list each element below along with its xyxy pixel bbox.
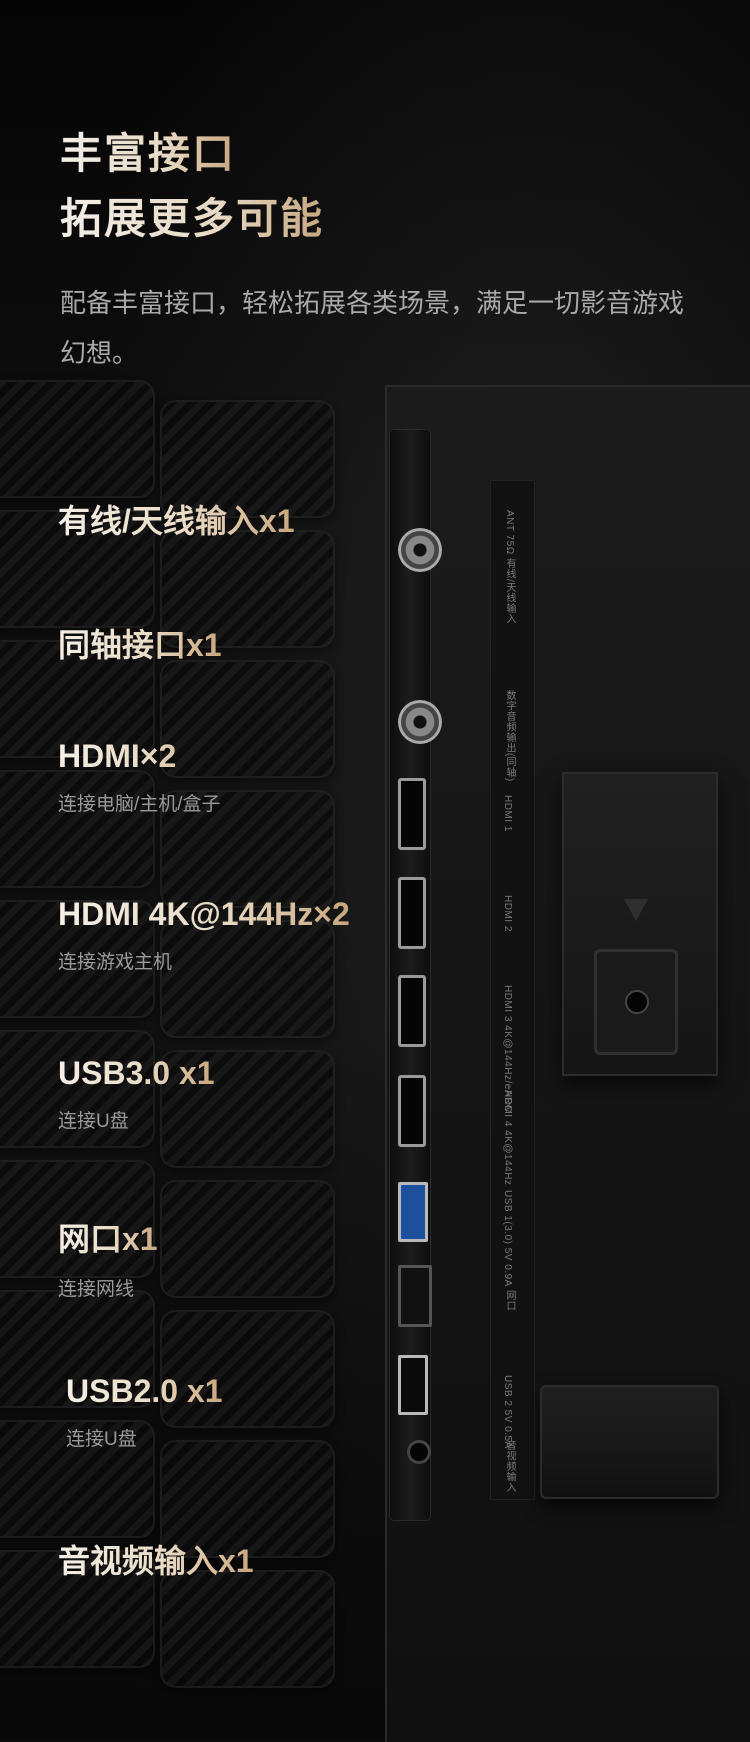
lan-port-icon (398, 1265, 432, 1327)
label-ant: ANT 75Ω 有线/天线输入 (504, 510, 515, 625)
screw-hole-icon (625, 990, 649, 1014)
feature-sub: 连接U盘 (58, 1111, 129, 1132)
feature-coaxial: 同轴接口x1 (58, 620, 222, 666)
hdmi2-port-icon (398, 877, 426, 949)
stand-foot (540, 1385, 719, 1499)
av-port-icon (407, 1440, 431, 1464)
arrow-down-icon (624, 899, 648, 921)
feature-hdmi-4k: HDMI 4K@144Hz×2 连接游戏主机 (58, 896, 350, 974)
feature-sub: 连接网线 (58, 1279, 135, 1300)
feature-name: USB3.0 x1 (58, 1055, 215, 1091)
feature-name: HDMI×2 (58, 738, 221, 775)
page-description: 配备丰富接口，轻松拓展各类场景，满足一切影音游戏幻想。 (60, 288, 685, 368)
feature-name: HDMI 4K@144Hz×2 (58, 896, 350, 932)
feature-sub: 连接U盘 (66, 1429, 137, 1450)
label-coax: 数字音频输出(同轴) (504, 690, 515, 782)
label-lan: 网口 (504, 1290, 515, 1311)
antenna-port-icon (398, 528, 442, 572)
usb2-port-icon (398, 1355, 428, 1415)
feature-sub: 连接电脑/主机/盒子 (58, 794, 221, 815)
hdmi3-port-icon (398, 975, 426, 1047)
hdmi1-port-icon (398, 778, 426, 850)
feature-av: 音视频输入x1 (58, 1536, 254, 1582)
feature-lan: 网口x1 连接网线 (58, 1214, 158, 1301)
label-usb1: USB 1(3.0) 5V 0.9A (502, 1190, 513, 1287)
feature-name: 音视频输入x1 (58, 1536, 254, 1582)
feature-usb3: USB3.0 x1 连接U盘 (58, 1055, 215, 1133)
label-av: 音视频输入 (504, 1440, 515, 1493)
usb3-port-icon (398, 1182, 428, 1242)
label-usb2: USB 2 5V 0.5A (502, 1375, 513, 1449)
label-hdmi1: HDMI 1 (502, 795, 513, 832)
feature-name: 有线/天线输入x1 (58, 496, 295, 542)
wall-mount-bracket (562, 772, 718, 1076)
page-title-line1: 丰富接口 (60, 120, 236, 181)
label-hdmi4: HDMI 4 4K@144Hz (502, 1090, 513, 1186)
feature-name: 同轴接口x1 (58, 620, 222, 666)
mount-plate (594, 949, 678, 1055)
feature-name: 网口x1 (58, 1214, 158, 1260)
label-hdmi2: HDMI 2 (502, 895, 513, 932)
coaxial-port-icon (398, 700, 442, 744)
feature-antenna: 有线/天线输入x1 (58, 496, 295, 542)
feature-usb2: USB2.0 x1 连接U盘 (66, 1373, 223, 1451)
hdmi4-port-icon (398, 1075, 426, 1147)
feature-hdmi: HDMI×2 连接电脑/主机/盒子 (58, 738, 221, 816)
feature-name: USB2.0 x1 (66, 1373, 223, 1409)
feature-sub: 连接游戏主机 (58, 952, 173, 973)
page-title-line2: 拓展更多可能 (60, 185, 324, 246)
